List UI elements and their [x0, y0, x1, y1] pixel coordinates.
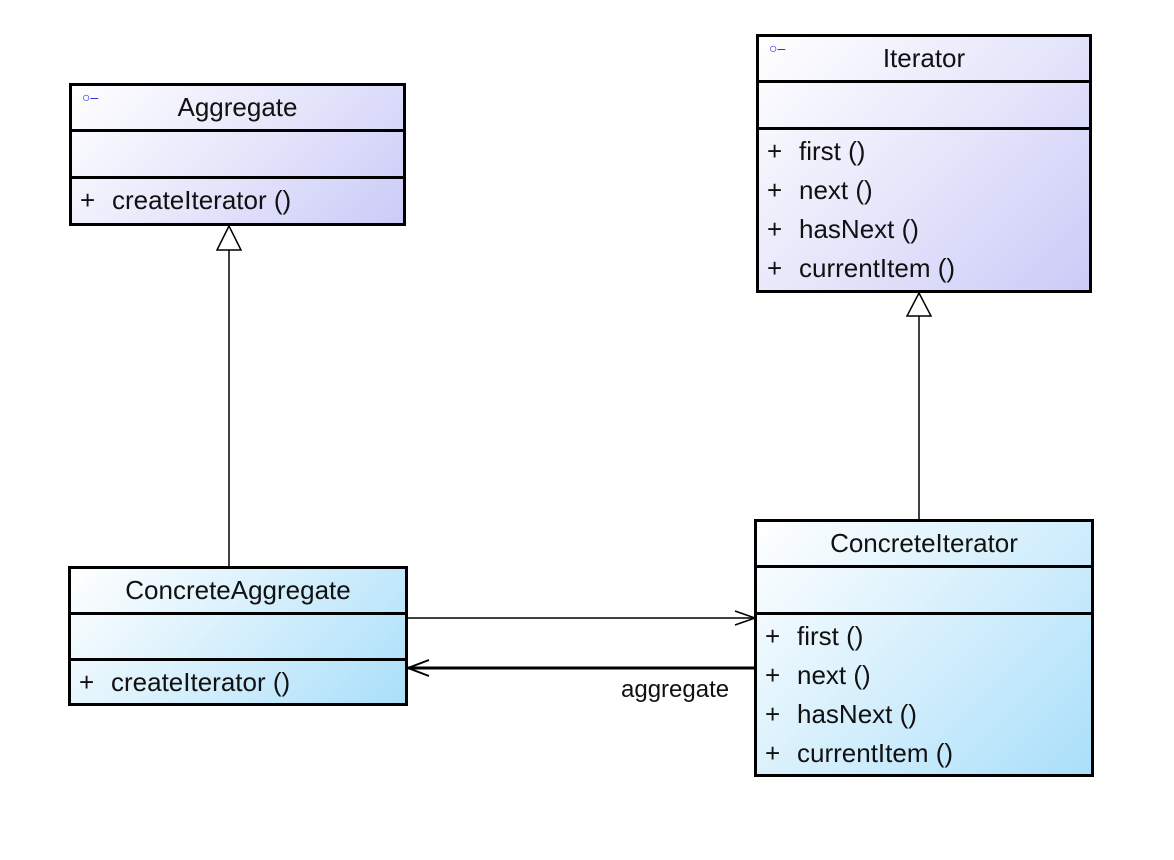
visibility: +: [765, 660, 781, 690]
visibility: +: [765, 738, 781, 768]
operation: + next (): [767, 172, 1089, 211]
class-header: ConcreteIterator: [757, 522, 1091, 568]
operation: + currentItem (): [767, 250, 1089, 289]
class-concrete-iterator[interactable]: ConcreteIterator + first () + next () + has…: [754, 519, 1094, 777]
operation-name: next (): [797, 660, 871, 690]
class-name: ConcreteIterator: [830, 528, 1018, 558]
visibility: +: [765, 699, 781, 729]
visibility: +: [79, 667, 95, 697]
attributes-compartment: [759, 83, 1089, 130]
operation: + hasNext (): [765, 696, 1091, 735]
class-iterator[interactable]: ○– Iterator + first () + next () + hasNext …: [756, 34, 1092, 293]
operation-name: createIterator (): [111, 667, 291, 697]
operation-name: hasNext (): [797, 699, 917, 729]
operation-name: createIterator (): [112, 185, 292, 215]
operation-name: hasNext (): [799, 214, 919, 244]
operations-compartment: + first () + next () + hasNext () + currentI…: [757, 615, 1091, 774]
class-header: ConcreteAggregate: [71, 569, 405, 615]
operation-name: first (): [799, 136, 866, 166]
association-role-label: aggregate: [621, 676, 730, 703]
operation: + first (): [767, 133, 1089, 172]
uml-class-diagram: ○– Aggregate + createIterator () ○– Itera…: [0, 0, 1174, 860]
operation-name: currentItem (): [797, 738, 954, 768]
interface-lollipop-icon: ○–: [82, 89, 99, 105]
operation: + first (): [765, 618, 1091, 657]
operations-compartment: + createIterator (): [72, 179, 403, 221]
class-name: ConcreteAggregate: [125, 575, 351, 605]
class-name: Iterator: [882, 43, 966, 73]
class-name: Aggregate: [177, 92, 298, 122]
interface-lollipop-icon: ○–: [769, 40, 786, 56]
operations-compartment: + first () + next () + hasNext () + currentI…: [759, 130, 1089, 289]
generalization-arrowhead-iterator: [905, 291, 933, 317]
class-aggregate[interactable]: ○– Aggregate + createIterator (): [69, 83, 406, 226]
operation-name: next (): [799, 175, 873, 205]
operation: + currentItem (): [765, 735, 1091, 774]
operation-name: first (): [797, 621, 864, 651]
class-header: ○– Aggregate: [72, 86, 403, 132]
visibility: +: [767, 253, 783, 283]
visibility: +: [767, 175, 783, 205]
operation-name: currentItem (): [799, 253, 956, 283]
attributes-compartment: [757, 568, 1091, 615]
generalization-arrowhead-aggregate: [215, 224, 243, 251]
operation: + hasNext (): [767, 211, 1089, 250]
visibility: +: [767, 136, 783, 166]
operation: + next (): [765, 657, 1091, 696]
class-header: ○– Iterator: [759, 37, 1089, 83]
operation: + createIterator (): [80, 182, 403, 221]
visibility: +: [765, 621, 781, 651]
visibility: +: [80, 185, 96, 215]
operation: + createIterator (): [79, 664, 405, 703]
class-concrete-aggregate[interactable]: ConcreteAggregate + createIterator (): [68, 566, 408, 706]
visibility: +: [767, 214, 783, 244]
operations-compartment: + createIterator (): [71, 661, 405, 703]
attributes-compartment: [72, 132, 403, 179]
attributes-compartment: [71, 615, 405, 661]
